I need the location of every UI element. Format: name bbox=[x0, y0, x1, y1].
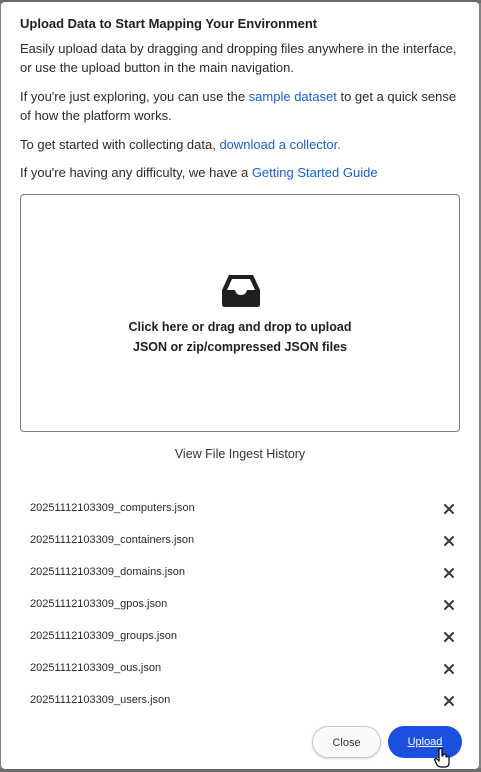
file-name: 20251112103309_computers.json bbox=[30, 502, 195, 514]
dropzone-text: Click here or drag and drop to upload JS… bbox=[21, 317, 459, 357]
upload-button[interactable]: Upload bbox=[388, 726, 462, 758]
file-name: 20251112103309_groups.json bbox=[30, 630, 178, 642]
explore-text: If you're just exploring, you can use th… bbox=[20, 87, 460, 125]
file-row: 20251112103309_containers.json bbox=[30, 532, 460, 552]
sample-dataset-link[interactable]: sample dataset bbox=[249, 89, 337, 104]
file-row: 20251112103309_computers.json bbox=[30, 500, 460, 520]
getting-started-guide-link[interactable]: Getting Started Guide bbox=[252, 165, 378, 180]
difficulty-text: If you're having any difficulty, we have… bbox=[20, 163, 460, 182]
dropzone-line-1: Click here or drag and drop to upload bbox=[128, 320, 352, 334]
remove-file-icon[interactable] bbox=[441, 501, 457, 517]
remove-file-icon[interactable] bbox=[441, 533, 457, 549]
view-ingest-history-link[interactable]: View File Ingest History bbox=[1, 447, 479, 461]
intro-text: Easily upload data by dragging and dropp… bbox=[20, 41, 457, 75]
difficulty-prefix: If you're having any difficulty, we have… bbox=[20, 165, 252, 180]
close-button[interactable]: Close bbox=[312, 726, 381, 758]
file-name: 20251112103309_containers.json bbox=[30, 534, 195, 546]
file-name: 20251112103309_ous.json bbox=[30, 662, 162, 674]
remove-file-icon[interactable] bbox=[441, 661, 457, 677]
file-row: 20251112103309_users.json bbox=[30, 692, 460, 712]
file-name: 20251112103309_domains.json bbox=[30, 566, 185, 578]
file-name: 20251112103309_gpos.json bbox=[30, 598, 168, 610]
hand-pointer-cursor-icon bbox=[434, 748, 450, 768]
dropzone-line-2: JSON or zip/compressed JSON files bbox=[133, 340, 347, 354]
collect-text: To get started with collecting data, dow… bbox=[20, 135, 460, 154]
upload-dialog: Upload Data to Start Mapping Your Enviro… bbox=[1, 2, 479, 769]
remove-file-icon[interactable] bbox=[441, 629, 457, 645]
remove-file-icon[interactable] bbox=[441, 565, 457, 581]
file-row: 20251112103309_ous.json bbox=[30, 660, 460, 680]
dialog-title: Upload Data to Start Mapping Your Enviro… bbox=[20, 16, 318, 31]
collect-prefix: To get started with collecting data, bbox=[20, 137, 220, 152]
file-name: 20251112103309_users.json bbox=[30, 694, 171, 706]
file-row: 20251112103309_gpos.json bbox=[30, 596, 460, 616]
remove-file-icon[interactable] bbox=[441, 597, 457, 613]
remove-file-icon[interactable] bbox=[441, 693, 457, 709]
download-collector-link[interactable]: download a collector. bbox=[219, 137, 340, 152]
inbox-icon bbox=[222, 275, 260, 307]
file-row: 20251112103309_domains.json bbox=[30, 564, 460, 584]
file-row: 20251112103309_groups.json bbox=[30, 628, 460, 648]
file-dropzone[interactable]: Click here or drag and drop to upload JS… bbox=[20, 194, 460, 432]
explore-prefix: If you're just exploring, you can use th… bbox=[20, 89, 249, 104]
